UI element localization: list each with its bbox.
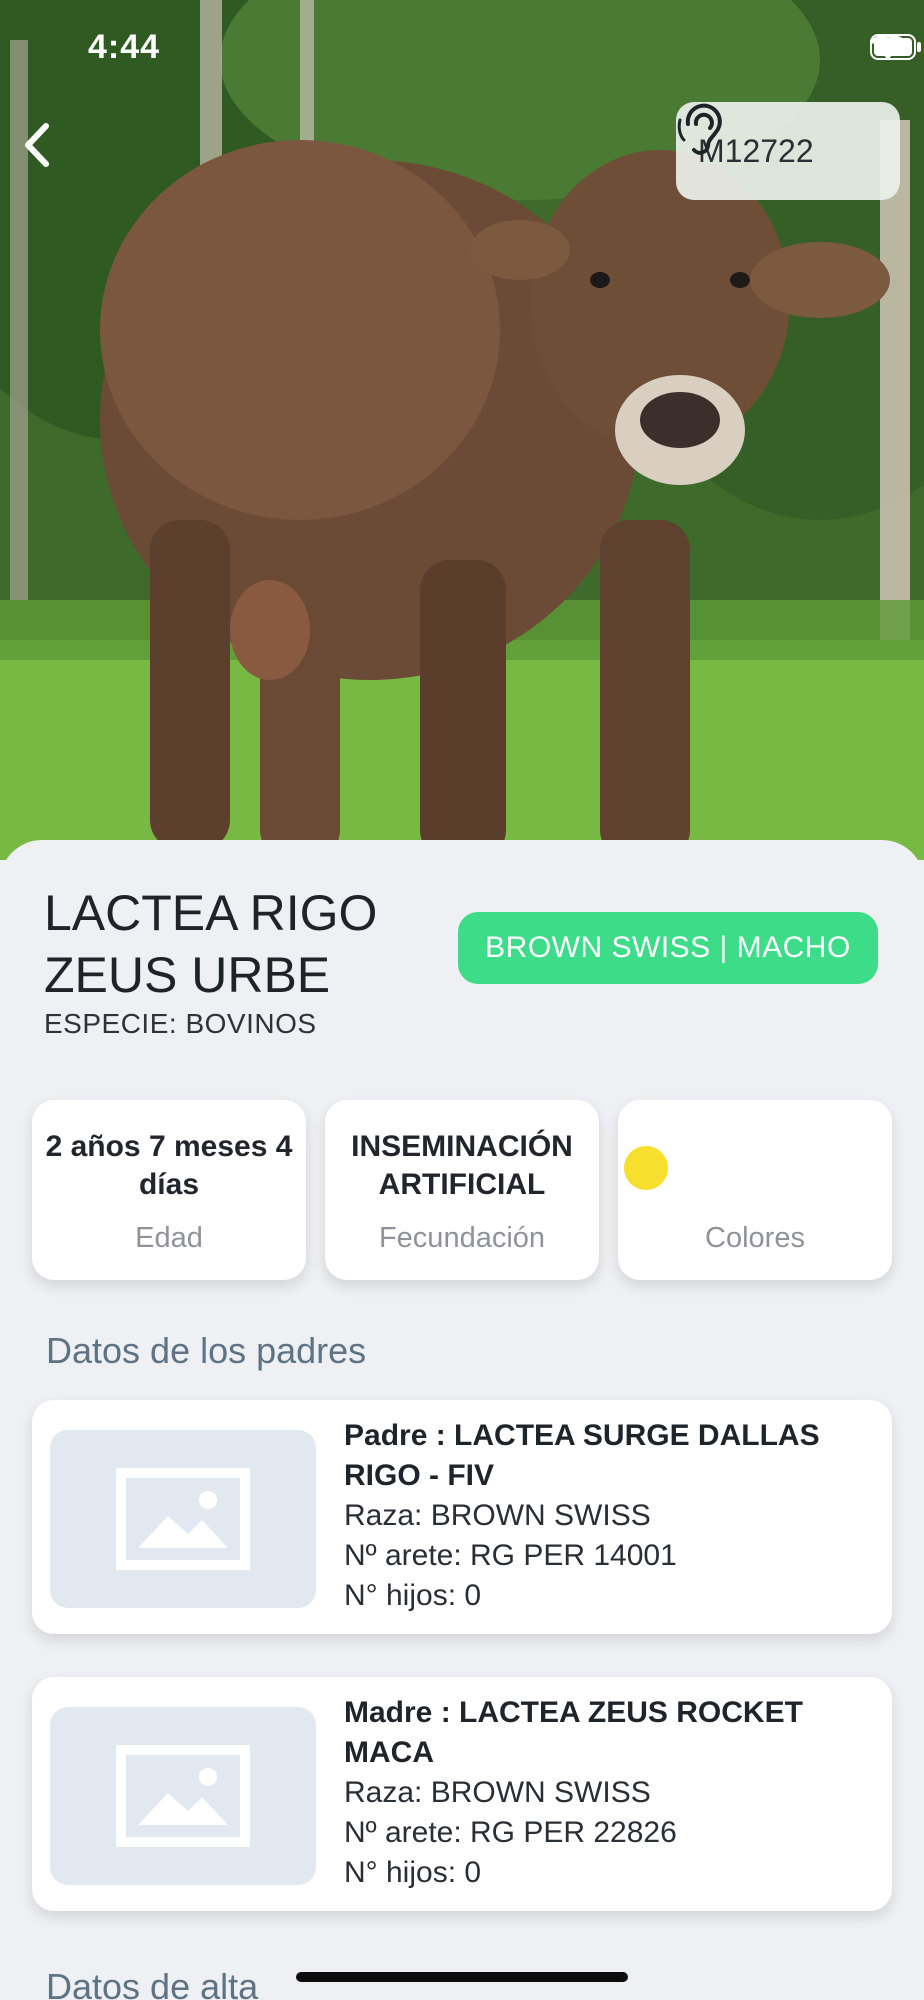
age-value: 2 años 7 meses 4 días	[45, 1130, 293, 1201]
father-children: N° hijos: 0	[344, 1579, 482, 1612]
parents-section-title: Datos de los padres	[46, 1330, 367, 1371]
father-breed: Raza: BROWN SWISS	[344, 1499, 651, 1532]
mother-name: Madre : LACTEA ZEUS ROCKET MACA	[344, 1696, 803, 1769]
parent-card-father[interactable]: Padre : LACTEA SURGE DALLAS RIGO - FIV R…	[32, 1400, 892, 1634]
father-tag: Nº arete: RG PER 14001	[344, 1539, 677, 1572]
back-button[interactable]	[20, 122, 76, 178]
parent-card-mother[interactable]: Madre : LACTEA ZEUS ROCKET MACA Raza: BR…	[32, 1677, 892, 1911]
father-photo-placeholder	[50, 1430, 316, 1608]
image-placeholder-icon	[116, 1745, 250, 1847]
color-swatch	[624, 1146, 668, 1190]
ear-icon	[677, 103, 722, 155]
fertilization-label: Fecundación	[378, 1222, 546, 1254]
mother-children: N° hijos: 0	[344, 1856, 482, 1889]
status-time: 4:44	[88, 28, 161, 66]
father-name: Padre : LACTEA SURGE DALLAS RIGO - FIV	[344, 1419, 820, 1492]
stat-card-fertilization: INSEMINACIÓN ARTIFICIAL Fecundación	[325, 1100, 599, 1280]
animal-photo: 4:44 M12722	[0, 0, 924, 860]
stat-card-age: 2 años 7 meses 4 días Edad	[32, 1100, 306, 1280]
detail-sheet: LACTEA RIGO ZEUS URBE ESPECIE: BOVINOS B…	[0, 840, 924, 2000]
age-label: Edad	[135, 1222, 203, 1254]
father-info: Padre : LACTEA SURGE DALLAS RIGO - FIV R…	[344, 1416, 874, 1616]
animal-detail-screen: 4:44 M12722 LACTEA RIGO ZEUS URBE ESPECI…	[0, 0, 924, 2000]
ear-tag-chip[interactable]: M12722	[676, 102, 900, 200]
chevron-left-icon	[25, 123, 49, 167]
mother-breed: Raza: BROWN SWISS	[344, 1776, 651, 1809]
mother-info: Madre : LACTEA ZEUS ROCKET MACA Raza: BR…	[344, 1693, 874, 1893]
registration-section-title: Datos de alta	[46, 1966, 259, 2000]
mother-photo-placeholder	[50, 1707, 316, 1885]
home-indicator[interactable]	[296, 1972, 628, 1982]
image-placeholder-icon	[116, 1468, 250, 1570]
battery-icon	[870, 34, 921, 60]
breed-sex-badge: BROWN SWISS | MACHO	[458, 912, 878, 984]
animal-name: LACTEA RIGO ZEUS URBE	[44, 885, 378, 1003]
colors-label: Colores	[705, 1222, 805, 1254]
mother-tag: Nº arete: RG PER 22826	[344, 1816, 677, 1849]
species-label: ESPECIE: BOVINOS	[44, 1008, 317, 1039]
fertilization-value: INSEMINACIÓN ARTIFICIAL	[351, 1130, 573, 1201]
stat-card-colors: Colores	[618, 1100, 892, 1280]
